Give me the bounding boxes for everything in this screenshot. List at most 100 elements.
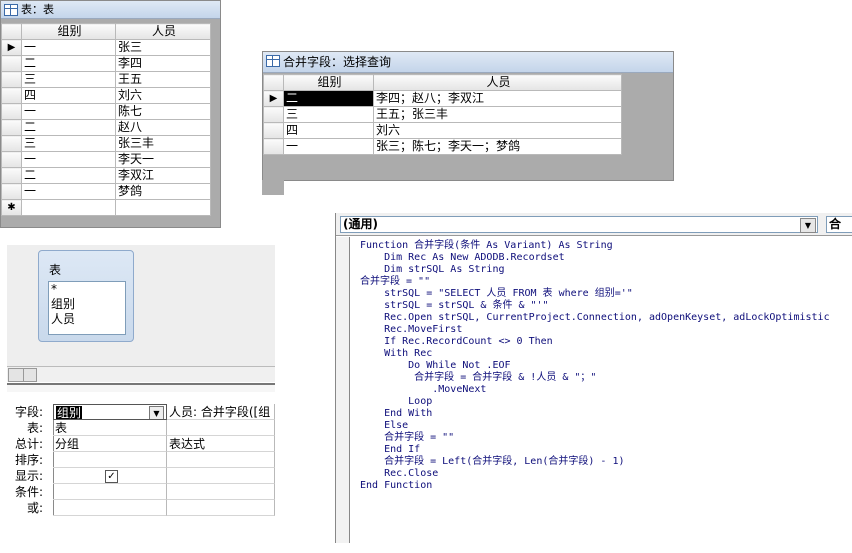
record-selector[interactable] [1, 167, 22, 184]
code-line[interactable]: strSQL = strSQL & 条件 & "'" [360, 300, 852, 312]
query-row[interactable]: 四刘六 [263, 122, 622, 139]
table-row[interactable]: 三王五 [1, 71, 211, 88]
table-cell-col2[interactable] [167, 420, 275, 436]
code-line[interactable]: Rec.Close [360, 468, 852, 480]
table-row[interactable]: 一梦鸽 [1, 183, 211, 200]
column-header-member[interactable]: 人员 [115, 23, 211, 40]
field-list-item[interactable]: * [49, 282, 125, 297]
field-combo-col1[interactable]: 组别 ▼ [53, 404, 167, 420]
select-all-corner[interactable] [1, 23, 22, 40]
new-record-row[interactable]: ✱ [1, 199, 211, 216]
code-line[interactable]: If Rec.RecordCount <> 0 Then [360, 336, 852, 348]
sort-cell-col2[interactable] [167, 452, 275, 468]
column-header-group[interactable]: 组别 [283, 74, 374, 91]
code-editor[interactable]: Function 合并字段(条件 As Variant) As String D… [360, 240, 852, 540]
code-line[interactable]: Loop [360, 396, 852, 408]
or-cell-col1[interactable] [53, 500, 167, 516]
query-window-titlebar[interactable]: 合并字段：选择查询 [263, 52, 673, 73]
cell-group[interactable]: 一 [21, 39, 116, 56]
cell-group[interactable]: 四 [283, 122, 374, 139]
field-list-table[interactable]: 表 * 组别 人员 [38, 250, 134, 342]
cell-member[interactable]: 赵八 [115, 119, 211, 136]
field-list-item[interactable]: 人员 [49, 312, 125, 327]
query-row[interactable]: 三王五；张三丰 [263, 106, 622, 123]
cell-member[interactable]: 刘六 [373, 122, 622, 139]
sort-cell-col1[interactable] [53, 452, 167, 468]
code-line[interactable]: Rec.Open strSQL, CurrentProject.Connecti… [360, 312, 852, 324]
cell-group[interactable]: 四 [21, 87, 116, 104]
cell-member[interactable]: 王五；张三丰 [373, 106, 622, 123]
table-row[interactable]: 四刘六 [1, 87, 211, 104]
code-line[interactable]: End With [360, 408, 852, 420]
table-row[interactable]: 一陈七 [1, 103, 211, 120]
code-line[interactable]: Else [360, 420, 852, 432]
code-line[interactable]: Dim Rec As New ADODB.Recordset [360, 252, 852, 264]
select-all-corner[interactable] [263, 74, 284, 91]
code-line[interactable]: Do While Not .EOF [360, 360, 852, 372]
cell-member[interactable]: 张三 [115, 39, 211, 56]
cell-group[interactable]: 一 [283, 138, 374, 155]
cell-group[interactable] [21, 199, 116, 216]
scroll-thumb[interactable] [23, 368, 37, 382]
scroll-left-button[interactable] [8, 368, 24, 382]
record-selector[interactable] [263, 122, 284, 139]
query-row[interactable]: 一张三；陈七；李天一；梦鸽 [263, 138, 622, 155]
cell-member[interactable]: 陈七 [115, 103, 211, 120]
record-selector[interactable]: ▶ [1, 39, 22, 56]
query-row[interactable]: ▶ 二李四；赵八；李双江 [263, 90, 622, 107]
code-line[interactable]: End Function [360, 480, 852, 492]
cell-group[interactable]: 一 [21, 103, 116, 120]
or-cell-col2[interactable] [167, 500, 275, 516]
record-selector[interactable] [1, 151, 22, 168]
code-line[interactable]: 合并字段 = 合并字段 & !人员 & "；" [360, 372, 852, 384]
record-selector[interactable] [1, 87, 22, 104]
code-line[interactable]: Function 合并字段(条件 As Variant) As String [360, 240, 852, 252]
code-line[interactable]: 合并字段 = "" [360, 432, 852, 444]
code-line[interactable]: Rec.MoveFirst [360, 324, 852, 336]
cell-group[interactable]: 二 [21, 55, 116, 72]
record-selector[interactable] [263, 106, 284, 123]
code-margin-indicator-bar[interactable] [336, 237, 350, 543]
cell-member[interactable]: 李天一 [115, 151, 211, 168]
column-header-group[interactable]: 组别 [21, 23, 116, 40]
table-row[interactable]: 二李四 [1, 55, 211, 72]
cell-member[interactable]: 刘六 [115, 87, 211, 104]
column-header-member[interactable]: 人员 [373, 74, 622, 91]
show-checkbox[interactable]: ✓ [105, 470, 118, 483]
cell-group[interactable]: 二 [21, 167, 116, 184]
record-selector[interactable] [1, 135, 22, 152]
cell-group[interactable]: 三 [21, 135, 116, 152]
field-cell-col2[interactable]: 人员: 合并字段([组 [167, 404, 275, 420]
record-selector[interactable] [1, 183, 22, 200]
chevron-down-icon[interactable]: ▼ [149, 406, 164, 419]
code-line[interactable]: .MoveNext [360, 384, 852, 396]
table-cell-col1[interactable]: 表 [53, 420, 167, 436]
record-selector[interactable] [263, 138, 284, 155]
record-selector[interactable] [1, 103, 22, 120]
new-record-selector[interactable]: ✱ [1, 199, 22, 216]
record-selector[interactable] [1, 55, 22, 72]
show-cell-col2[interactable] [167, 468, 275, 484]
pane-splitter[interactable] [7, 383, 275, 392]
record-selector[interactable] [1, 71, 22, 88]
field-list-item[interactable]: 组别 [49, 297, 125, 312]
table-row[interactable]: 二赵八 [1, 119, 211, 136]
cell-member[interactable]: 张三丰 [115, 135, 211, 152]
chevron-down-icon[interactable]: ▼ [800, 218, 816, 233]
code-line[interactable]: Dim strSQL As String [360, 264, 852, 276]
cell-member[interactable]: 张三；陈七；李天一；梦鸽 [373, 138, 622, 155]
cell-member[interactable] [115, 199, 211, 216]
object-combo[interactable]: (通用) ▼ [340, 216, 818, 233]
criteria-cell-col2[interactable] [167, 484, 275, 500]
cell-group[interactable]: 二 [283, 90, 374, 107]
cell-group[interactable]: 一 [21, 183, 116, 200]
table-pane-scrollbar[interactable] [7, 366, 275, 382]
table-row[interactable]: ▶ 一张三 [1, 39, 211, 56]
total-cell-col2[interactable]: 表达式 [167, 436, 275, 452]
cell-member[interactable]: 王五 [115, 71, 211, 88]
code-line[interactable]: End If [360, 444, 852, 456]
procedure-combo[interactable]: 合 [826, 216, 852, 233]
cell-group[interactable]: 三 [21, 71, 116, 88]
table-window-titlebar[interactable]: 表：表 [1, 1, 220, 19]
table-row[interactable]: 二李双江 [1, 167, 211, 184]
